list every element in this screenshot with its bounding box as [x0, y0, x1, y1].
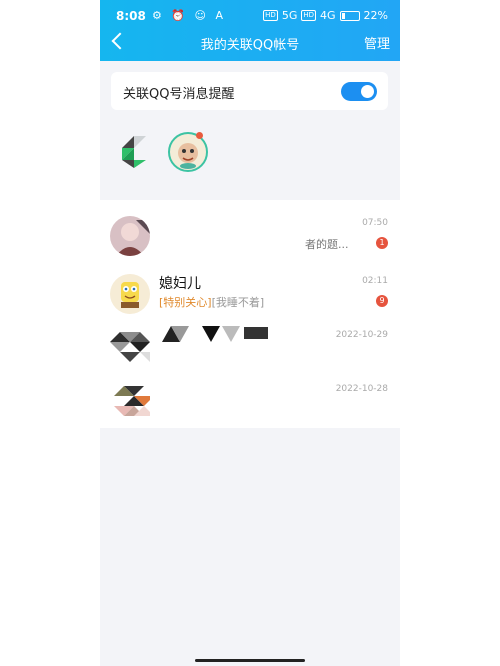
battery-level: 22%: [363, 9, 388, 22]
toggle-knob: [361, 85, 374, 98]
avatar: [110, 274, 150, 314]
avatar: [110, 382, 150, 422]
chat-preview: 者的题...: [305, 238, 349, 251]
status-right: HD 5G HD 4G 22%: [263, 9, 388, 22]
chat-time: 02:11: [362, 276, 388, 286]
manage-button[interactable]: 管理: [364, 33, 390, 52]
message-reminder-label: 关联QQ号消息提醒: [123, 87, 235, 102]
chat-row[interactable]: 2022-10-28: [100, 372, 400, 430]
home-indicator: [195, 659, 305, 662]
chat-preview: [特别关心][我睡不着]: [159, 294, 264, 310]
unread-dot: [196, 132, 203, 139]
avatar: [110, 328, 150, 368]
chat-name: 媳妇儿: [159, 276, 201, 292]
signal-icon-2: 4G: [320, 9, 336, 22]
message-reminder-toggle[interactable]: [341, 82, 377, 101]
status-left-icons: ⚙ ⏰ ☺ A: [152, 9, 227, 22]
phone-screen: 8:08 ⚙ ⏰ ☺ A HD 5G HD 4G 22% 我的关联QQ帐号 管理…: [100, 0, 400, 666]
chat-row[interactable]: 媳妇儿 [特别关心][我睡不着] 02:11 9: [100, 264, 400, 322]
chat-time: 2022-10-28: [335, 384, 388, 394]
status-bar: 8:08 ⚙ ⏰ ☺ A HD 5G HD 4G 22%: [100, 0, 400, 30]
account-logo[interactable]: [114, 132, 154, 172]
chat-time: 2022-10-29: [335, 330, 388, 340]
linked-accounts-row: [100, 120, 400, 200]
chat-list: 者的题... 07:50 1 媳妇儿 [特别关心][我睡不着] 02:11 9 …: [100, 200, 400, 428]
account-avatar[interactable]: [168, 132, 208, 172]
special-care-tag: [特别关心]: [159, 296, 212, 309]
name-obscured-icon: [162, 326, 268, 342]
avatar: [110, 216, 150, 256]
network-badge: HD: [263, 10, 278, 21]
unread-badge: 9: [376, 295, 388, 307]
status-time: 8:08: [116, 9, 146, 23]
message-reminder-card: 关联QQ号消息提醒: [111, 72, 388, 110]
network-badge-2: HD: [301, 10, 317, 21]
header: 8:08 ⚙ ⏰ ☺ A HD 5G HD 4G 22% 我的关联QQ帐号 管理: [100, 0, 400, 61]
nav-bar: 我的关联QQ帐号 管理: [100, 30, 400, 58]
battery-icon: [339, 10, 360, 21]
page-title: 我的关联QQ帐号: [200, 38, 300, 53]
signal-icon: 5G: [281, 9, 298, 22]
chat-row[interactable]: 2022-10-29: [100, 318, 400, 376]
chat-preview-text: [我睡不着]: [211, 296, 265, 309]
chat-time: 07:50: [362, 218, 388, 228]
unread-badge: 1: [376, 237, 388, 249]
chat-row[interactable]: 者的题... 07:50 1: [100, 206, 400, 264]
